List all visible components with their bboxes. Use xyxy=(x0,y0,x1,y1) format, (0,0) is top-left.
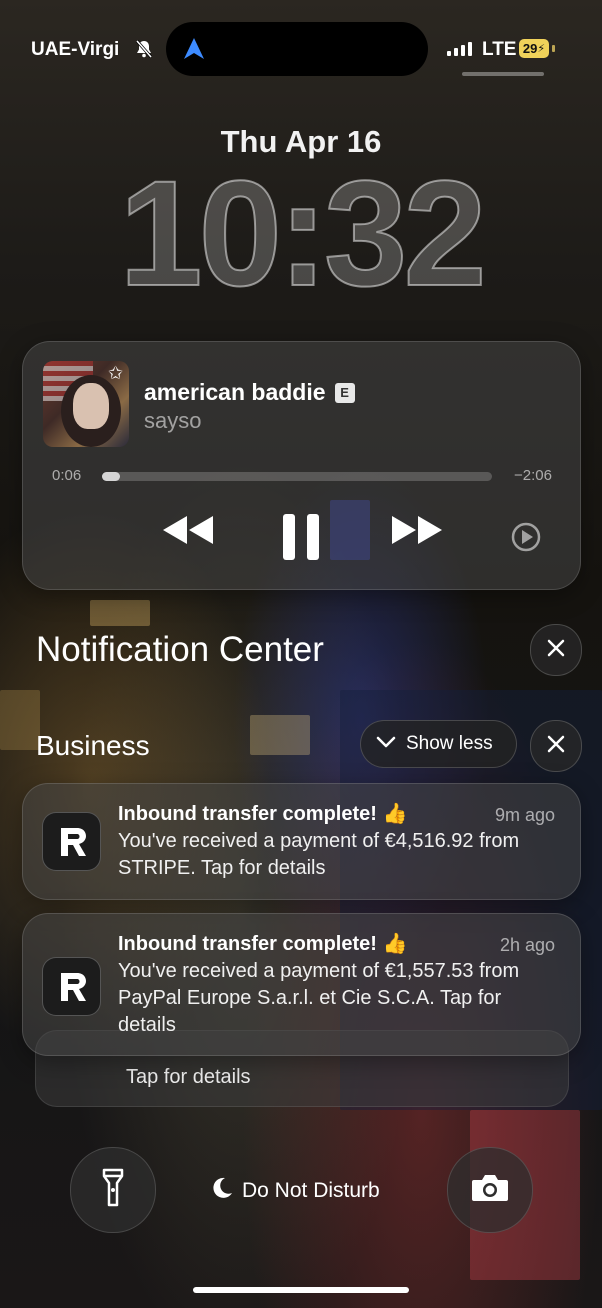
now-playing-widget[interactable]: ✩ american baddie E sayso 0:06 −2:06 xyxy=(22,341,581,590)
remaining-time: −2:06 xyxy=(514,467,552,484)
close-icon xyxy=(547,735,565,758)
flashlight-icon xyxy=(102,1168,124,1213)
lock-clock: 10:32 xyxy=(118,149,488,317)
notification-card[interactable]: Inbound transfer complete! 👍 9m ago You'… xyxy=(22,783,581,900)
status-bar: UAE-Virgi LTE 29 ⚡ xyxy=(0,22,602,76)
notification-time: 2h ago xyxy=(499,935,555,955)
camera-icon xyxy=(470,1173,510,1208)
revolut-icon xyxy=(42,957,101,1016)
scrubber[interactable] xyxy=(102,472,492,481)
battery-level: 29 xyxy=(522,41,538,56)
scrubber-fill xyxy=(102,472,121,481)
carrier-name: UAE-Virgi xyxy=(31,39,120,60)
stacked-notification-text: Tap for details xyxy=(126,1066,251,1088)
rewind-icon[interactable] xyxy=(160,512,216,553)
track-artist: sayso xyxy=(144,408,202,433)
airplay-icon[interactable] xyxy=(510,521,542,558)
notification-time: 9m ago xyxy=(494,805,555,825)
notification-card[interactable]: Inbound transfer complete! 👍 2h ago You'… xyxy=(22,913,581,1056)
show-less-button[interactable]: Show less xyxy=(360,720,517,768)
explicit-badge: E xyxy=(334,382,355,403)
dynamic-island[interactable] xyxy=(166,22,428,76)
camera-button[interactable] xyxy=(447,1147,533,1233)
clear-all-button[interactable] xyxy=(530,624,582,676)
bell-muted-icon xyxy=(134,39,154,64)
network-type: LTE xyxy=(482,39,517,60)
track-title: american baddie xyxy=(144,379,326,405)
status-indicator xyxy=(462,72,544,76)
signal-icon xyxy=(447,42,472,56)
fast-forward-icon[interactable] xyxy=(389,512,445,553)
moon-icon xyxy=(210,1176,234,1206)
notification-title: Inbound transfer complete! 👍 xyxy=(118,933,408,955)
album-art[interactable]: ✩ xyxy=(43,361,129,447)
chevron-down-icon xyxy=(376,733,396,755)
focus-indicator[interactable]: Do Not Disturb xyxy=(210,1176,380,1206)
battery-tip xyxy=(552,45,555,52)
location-arrow-icon xyxy=(183,37,205,66)
elapsed-time: 0:06 xyxy=(52,467,82,484)
dnd-label: Do Not Disturb xyxy=(242,1179,380,1202)
battery-icon: 29 ⚡ xyxy=(519,39,549,58)
notification-body: You've received a payment of €4,516.92 f… xyxy=(118,830,520,879)
flashlight-button[interactable] xyxy=(70,1147,156,1233)
revolut-icon xyxy=(42,812,101,871)
notification-title: Inbound transfer complete! 👍 xyxy=(118,803,408,825)
notification-center-title: Notification Center xyxy=(36,630,324,669)
clear-group-button[interactable] xyxy=(530,720,582,772)
pause-icon[interactable] xyxy=(281,512,323,567)
notification-body: You've received a payment of €1,557.53 f… xyxy=(118,960,520,1036)
close-icon xyxy=(547,639,565,662)
show-less-label: Show less xyxy=(406,733,493,754)
group-title: Business xyxy=(36,730,150,761)
home-indicator[interactable] xyxy=(193,1287,409,1293)
